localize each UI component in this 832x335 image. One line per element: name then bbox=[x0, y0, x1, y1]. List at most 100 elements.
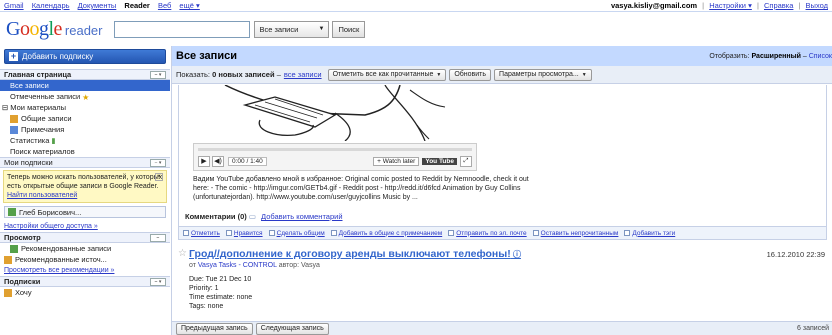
like-icon bbox=[225, 230, 232, 236]
link-reader[interactable]: Reader bbox=[124, 1, 149, 10]
entry-source: от Vasya Tasks - CONTROL автор: Vasya bbox=[189, 262, 320, 269]
share-settings-link[interactable]: Настройки общего доступа » bbox=[0, 221, 170, 232]
entry-source-link[interactable]: Vasya Tasks - CONTROL bbox=[198, 262, 277, 269]
add-tags-action[interactable]: Добавить тэги bbox=[624, 230, 675, 237]
link-calendar[interactable]: Календарь bbox=[32, 1, 70, 10]
nav-home[interactable]: Главная страница − ▾ bbox=[0, 69, 170, 80]
nav-recommended-sources[interactable]: Рекомендованные источ... bbox=[0, 254, 170, 265]
filter-toolbar: Показать: 0 новых записей – все записи О… bbox=[172, 66, 832, 84]
view-all-recommendations-link[interactable]: Просмотреть все рекомендации » bbox=[0, 265, 170, 276]
search-input[interactable] bbox=[114, 20, 251, 38]
entry-title[interactable]: Грод//дополнение к договору аренды выклю… bbox=[189, 248, 521, 260]
checkbox-icon bbox=[532, 230, 539, 236]
email-icon bbox=[448, 230, 455, 236]
volume-icon[interactable]: ◀) bbox=[212, 156, 224, 167]
avatar bbox=[8, 208, 16, 216]
collapse-toggle-icon[interactable]: − ▾ bbox=[150, 70, 166, 79]
view-mode-list[interactable]: Список bbox=[809, 53, 832, 60]
shared-icon bbox=[10, 114, 18, 123]
add-comment-link[interactable]: Добавить комментарий bbox=[261, 212, 342, 221]
entry-date: 16.12.2010 22:39 bbox=[766, 250, 825, 259]
notes-icon bbox=[10, 125, 18, 134]
collapse-toggle-icon[interactable]: − ▾ bbox=[150, 158, 166, 167]
link-web[interactable]: Веб bbox=[158, 1, 171, 10]
nav-folder[interactable]: Хочу bbox=[0, 287, 170, 298]
share-action[interactable]: Сделать общим bbox=[268, 230, 325, 237]
collapse-toggle-icon[interactable]: − ▾ bbox=[150, 277, 166, 286]
google-services-links: Gmail Календарь Документы Reader Веб ещё… bbox=[4, 1, 206, 10]
items-count: 6 записей bbox=[797, 325, 829, 332]
person-item[interactable]: Глеб Борисович... bbox=[4, 206, 166, 218]
link-gmail[interactable]: Gmail bbox=[4, 1, 24, 10]
email-action[interactable]: Отправить по эл. почте bbox=[448, 230, 527, 237]
collapse-toggle-icon[interactable]: − bbox=[150, 233, 166, 242]
page-title: Все записи bbox=[176, 50, 237, 62]
link-documents[interactable]: Документы bbox=[78, 1, 117, 10]
nav-notes[interactable]: Примечания bbox=[0, 124, 170, 135]
video-progress-track[interactable] bbox=[198, 148, 472, 151]
share-with-note-action[interactable]: Добавить в общие с примечанием bbox=[330, 230, 442, 237]
settings-link[interactable]: Настройки ▾ bbox=[709, 1, 752, 10]
nav-search-materials[interactable]: Поиск материалов bbox=[0, 146, 170, 157]
nav-my-materials[interactable]: ⊟ Мои материалы bbox=[0, 102, 170, 113]
star-action[interactable]: Отметить bbox=[183, 230, 220, 237]
nav-shared[interactable]: Общие записи bbox=[0, 113, 170, 124]
nav-browse-header[interactable]: Просмотр − bbox=[0, 232, 170, 243]
signout-link[interactable]: Выход bbox=[806, 1, 828, 10]
chevron-down-icon: ▼ bbox=[581, 71, 587, 78]
folder-icon bbox=[4, 288, 12, 297]
entry-navigation-bar: Предыдущая запись Следующая запись 6 зап… bbox=[172, 321, 832, 335]
mark-all-read-button[interactable]: Отметить все как прочитанные ▼ bbox=[327, 68, 447, 81]
nav-recommended-items[interactable]: Рекомендованные записи bbox=[0, 243, 170, 254]
watch-later-button[interactable]: + Watch later bbox=[373, 157, 420, 166]
nav-all-items[interactable]: Все записи bbox=[0, 80, 170, 91]
search-button[interactable]: Поиск bbox=[332, 20, 366, 38]
video-player: ▶ ◀) 0:00 / 1:40 + Watch later You Tube … bbox=[193, 143, 477, 171]
all-items-filter[interactable]: все записи bbox=[284, 70, 322, 79]
help-link[interactable]: Справка bbox=[764, 1, 793, 10]
nav-stats[interactable]: Статистика ▮ bbox=[0, 135, 170, 146]
chevron-down-icon: ▼ bbox=[436, 71, 442, 78]
fullscreen-icon[interactable]: ⤢ bbox=[460, 156, 472, 167]
nav-my-subscriptions[interactable]: Мои подписки − ▾ bbox=[0, 157, 170, 168]
refresh-button[interactable]: Обновить bbox=[449, 68, 492, 81]
play-icon[interactable]: ▶ bbox=[198, 156, 210, 167]
next-item-button[interactable]: Следующая запись bbox=[255, 322, 329, 335]
add-subscription-button[interactable]: + Добавить подписку bbox=[4, 49, 166, 64]
google-reader-logo[interactable]: Google reader bbox=[6, 18, 102, 41]
comments-section: Комментарии (0) ▭ Добавить комментарий bbox=[185, 212, 343, 221]
nav-starred[interactable]: Отмеченные записи ★ bbox=[0, 91, 170, 102]
previous-item-button[interactable]: Предыдущая запись bbox=[176, 322, 253, 335]
entries-list[interactable]: ▶ ◀) 0:00 / 1:40 + Watch later You Tube … bbox=[172, 85, 832, 320]
chart-icon: ▮ bbox=[51, 136, 56, 145]
chevron-down-icon: ▼ bbox=[318, 26, 325, 32]
player-controls: ▶ ◀) 0:00 / 1:40 + Watch later You Tube … bbox=[198, 155, 472, 168]
nav-subscriptions-header[interactable]: Подписки − ▾ bbox=[0, 276, 170, 287]
recommended-sources-icon bbox=[4, 255, 12, 264]
entry-item[interactable]: ☆ Грод//дополнение к договору аренды вык… bbox=[178, 248, 827, 320]
entry-body: Due: Tue 21 Dec 10 Priority: 1 Time esti… bbox=[189, 276, 253, 310]
entry-expanded: ▶ ◀) 0:00 / 1:40 + Watch later You Tube … bbox=[178, 85, 827, 240]
find-people-tip: × Теперь можно искать пользователей, у к… bbox=[3, 170, 167, 203]
stream-title-bar: Все записи Отобразить: Расширенный – Спи… bbox=[172, 46, 832, 66]
link-more[interactable]: ещё ▾ bbox=[179, 1, 199, 10]
youtube-logo-button[interactable]: You Tube bbox=[422, 158, 457, 165]
keep-unread-action[interactable]: Оставить непрочитанным bbox=[532, 230, 618, 237]
find-people-link[interactable]: Найти пользователей bbox=[7, 191, 163, 200]
search-scope-select[interactable]: Все записи ▼ bbox=[254, 20, 330, 38]
plus-icon: + bbox=[9, 51, 18, 61]
note-icon bbox=[330, 230, 337, 236]
player-time: 0:00 / 1:40 bbox=[228, 157, 267, 166]
share-icon bbox=[268, 230, 275, 236]
star-icon[interactable]: ☆ bbox=[178, 248, 187, 259]
star-icon bbox=[183, 230, 189, 236]
like-action[interactable]: Нравится bbox=[225, 230, 263, 237]
minus-icon: ⊟ bbox=[2, 103, 9, 112]
video-thumbnail[interactable] bbox=[185, 85, 465, 141]
new-items-filter[interactable]: 0 новых записей bbox=[212, 70, 275, 79]
view-mode-expanded[interactable]: Расширенный bbox=[751, 53, 800, 60]
close-icon[interactable]: × bbox=[155, 173, 163, 181]
entry-description: Вадим YouTube добавлено мной в избранное… bbox=[193, 176, 529, 201]
star-icon: ★ bbox=[82, 92, 90, 102]
view-settings-button[interactable]: Параметры просмотра... ▼ bbox=[494, 68, 592, 81]
